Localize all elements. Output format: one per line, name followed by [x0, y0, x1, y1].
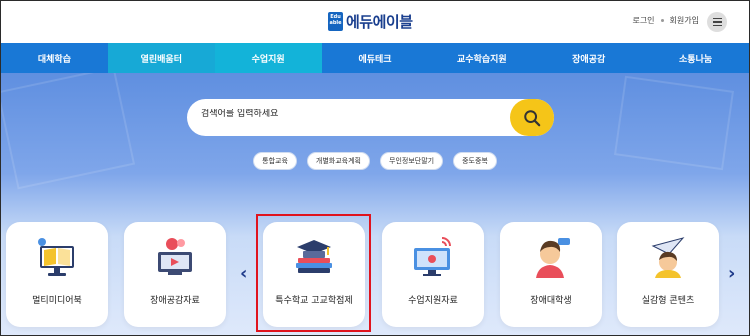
carousel-next-button[interactable]: › — [728, 263, 735, 284]
hamburger-line — [712, 21, 722, 23]
highlight-box — [256, 214, 371, 332]
keyword-tags: 통합교육 개별화교육계획 무인정보단말기 중도중복 — [1, 152, 749, 170]
hamburger-line — [712, 24, 722, 27]
nav-item-communication[interactable]: 소통나눔 — [642, 43, 749, 73]
immersive-content-icon — [651, 237, 685, 278]
utility-links: 로그인 회원가입 — [632, 15, 699, 26]
nav-item-alternative-learning[interactable]: 대체학습 — [1, 43, 108, 73]
card-disability-awareness[interactable]: 장애공감자료 — [124, 222, 226, 327]
keyword-tag[interactable]: 개별화교육계획 — [306, 152, 370, 170]
logo-badge: Edu able — [328, 12, 343, 31]
card-label: 실감형 콘텐츠 — [641, 296, 695, 306]
page-frame: Edu able 에듀에이블 로그인 회원가입 대체학습 열린배움터 수업지원 … — [0, 0, 750, 336]
nav-item-teaching-support[interactable]: 교수학습지원 — [428, 43, 535, 73]
search-bar — [187, 99, 554, 136]
logo-text: 에듀에이블 — [346, 13, 413, 31]
hamburger-line — [712, 17, 722, 20]
card-label: 수업지원자료 — [408, 296, 458, 306]
main-nav: 대체학습 열린배움터 수업지원 에듀테크 교수학습지원 장애공감 소통나눔 — [1, 43, 749, 73]
nav-item-open-learning[interactable]: 열린배움터 — [107, 43, 215, 73]
keyword-tag[interactable]: 중도중복 — [453, 152, 497, 170]
card-class-support-material[interactable]: 수업지원자료 — [382, 222, 484, 327]
signup-link[interactable]: 회원가입 — [670, 15, 699, 26]
keyword-tag[interactable]: 통합교육 — [253, 152, 297, 170]
carousel-prev-button[interactable]: ‹ — [240, 263, 247, 284]
search-button[interactable] — [510, 99, 554, 136]
multimedia-book-icon — [38, 238, 74, 276]
card-label: 장애대학생 — [530, 296, 572, 306]
login-link[interactable]: 로그인 — [632, 15, 654, 26]
nav-item-edutech[interactable]: 에듀테크 — [322, 43, 429, 73]
class-support-monitor-icon — [414, 237, 451, 276]
disability-awareness-icon — [158, 238, 192, 275]
card-university-student[interactable]: 장애대학생 — [500, 222, 602, 327]
site-logo[interactable]: Edu able 에듀에이블 — [328, 11, 413, 32]
card-immersive-content[interactable]: 실감형 콘텐츠 — [617, 222, 719, 327]
nav-item-class-support[interactable]: 수업지원 — [214, 43, 322, 73]
decorative-shape — [1, 73, 136, 190]
hamburger-menu-button[interactable] — [707, 12, 727, 32]
university-student-icon — [536, 238, 570, 278]
site-header: Edu able 에듀에이블 로그인 회원가입 — [1, 1, 749, 43]
search-icon — [524, 109, 541, 126]
nav-item-disability-awareness[interactable]: 장애공감 — [535, 43, 642, 73]
card-multimedia-book[interactable]: 멀티미디어북 — [6, 222, 108, 327]
separator-dot — [660, 19, 664, 22]
keyword-tag[interactable]: 무인정보단말기 — [380, 152, 444, 170]
card-label: 장애공감자료 — [150, 296, 200, 306]
card-label: 멀티미디어북 — [32, 296, 82, 306]
search-input[interactable] — [201, 109, 501, 119]
